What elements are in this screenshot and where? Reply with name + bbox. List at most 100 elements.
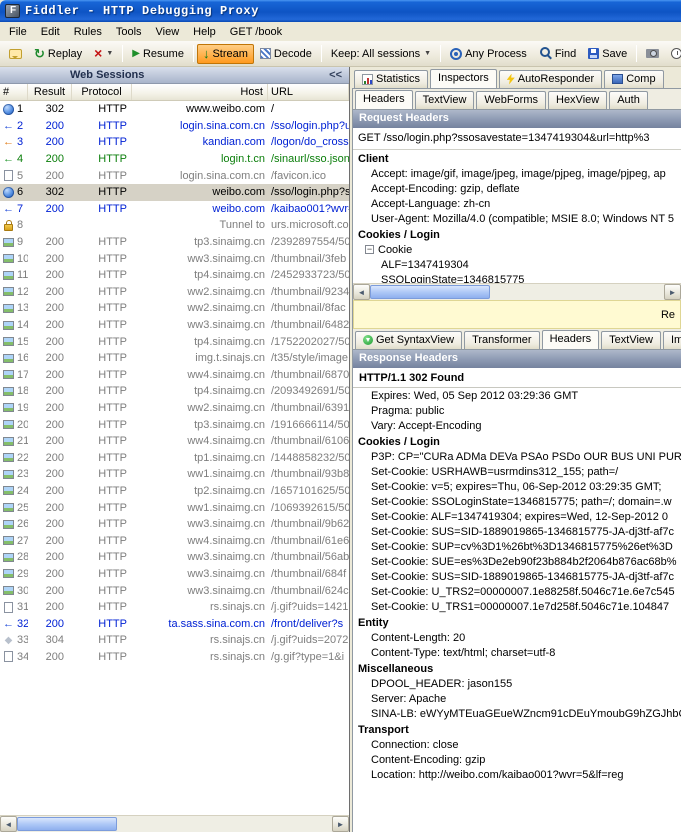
menu-item-edit[interactable]: Edit xyxy=(34,24,67,40)
image-icon xyxy=(3,553,14,562)
session-cell-url: /thumbnail/6391 xyxy=(268,402,349,414)
collapse-box-icon[interactable]: − xyxy=(365,245,374,254)
remove-sessions-button[interactable]: ▼ xyxy=(88,44,119,63)
session-number: 21 xyxy=(17,435,28,447)
menu-item-get-book[interactable]: GET /book xyxy=(223,24,289,40)
sessions-h-scrollbar[interactable]: ◄ ► xyxy=(0,815,349,832)
session-cell-number: 4 xyxy=(0,153,28,166)
session-row[interactable]: 10200HTTPww3.sinaimg.cn/thumbnail/3feb xyxy=(0,250,349,267)
menu-bar: FileEditRulesToolsViewHelpGET /book xyxy=(0,22,681,41)
request-tab-webforms[interactable]: WebForms xyxy=(476,91,546,109)
session-row[interactable]: 23200HTTPww1.sinaimg.cn/thumbnail/93b8 xyxy=(0,466,349,483)
tab-statistics[interactable]: Statistics xyxy=(354,70,428,88)
session-row[interactable]: 24200HTTPtp2.sinaimg.cn/1657101625/50 xyxy=(0,483,349,500)
session-row[interactable]: 7200HTTPweibo.com/kaibao001?wvr= xyxy=(0,201,349,218)
request-tab-auth[interactable]: Auth xyxy=(609,91,648,109)
response-tab-transformer[interactable]: Transformer xyxy=(464,331,540,349)
column-header-result[interactable]: Result xyxy=(28,84,72,100)
session-row[interactable]: 2200HTTPlogin.sina.com.cn/sso/login.php?… xyxy=(0,118,349,135)
session-row[interactable]: 13200HTTPww2.sinaimg.cn/thumbnail/8fac xyxy=(0,300,349,317)
session-row[interactable]: 12200HTTPww2.sinaimg.cn/thumbnail/9234 xyxy=(0,284,349,301)
request-tab-hexview[interactable]: HexView xyxy=(548,91,607,109)
save-button[interactable]: Save xyxy=(582,44,633,64)
session-cell-result: 200 xyxy=(28,336,72,348)
request-tab-headers[interactable]: Headers xyxy=(355,90,413,110)
session-row[interactable]: 22200HTTPtp1.sinaimg.cn/1448858232/50 xyxy=(0,449,349,466)
session-row[interactable]: 9200HTTPtp3.sinaimg.cn/2392897554/50 xyxy=(0,234,349,251)
replay-button[interactable]: Replay xyxy=(28,44,88,64)
session-row[interactable]: 17200HTTPww4.sinaimg.cn/thumbnail/6870 xyxy=(0,367,349,384)
session-row[interactable]: 6302HTTPweibo.com/sso/login.php?s xyxy=(0,184,349,201)
image-icon xyxy=(3,420,14,429)
menu-item-tools[interactable]: Tools xyxy=(109,24,149,40)
session-row[interactable]: 16200HTTPimg.t.sinajs.cn/t35/style/image xyxy=(0,350,349,367)
timer-button[interactable] xyxy=(665,44,681,63)
response-tab-headers[interactable]: Headers xyxy=(542,330,600,350)
session-cell-url: /thumbnail/9b62 xyxy=(268,518,349,530)
session-row[interactable]: 31200HTTPrs.sinajs.cn/j.gif?uids=1421 xyxy=(0,599,349,616)
scroll-left-button[interactable]: ◄ xyxy=(353,284,370,300)
scroll-thumb[interactable] xyxy=(17,817,117,831)
session-row[interactable]: 20200HTTPtp3.sinaimg.cn/1916666114/50 xyxy=(0,416,349,433)
column-header-protocol[interactable]: Protocol xyxy=(72,84,132,100)
comment-button[interactable] xyxy=(3,45,28,63)
title-bar[interactable]: Fiddler - HTTP Debugging Proxy xyxy=(0,0,681,22)
keep-sessions-button[interactable]: Keep: All sessions▼ xyxy=(325,44,437,64)
request-tab-textview[interactable]: TextView xyxy=(415,91,475,109)
response-tab-textview[interactable]: TextView xyxy=(601,331,661,349)
session-row[interactable]: 28200HTTPww3.sinaimg.cn/thumbnail/56ab xyxy=(0,549,349,566)
column-header-host[interactable]: Host xyxy=(132,84,268,100)
scroll-track[interactable] xyxy=(117,816,332,832)
stream-button[interactable]: Stream xyxy=(197,44,254,64)
menu-item-view[interactable]: View xyxy=(149,24,187,40)
menu-item-rules[interactable]: Rules xyxy=(67,24,109,40)
collapse-panel-button[interactable]: << xyxy=(329,69,349,81)
session-cell-result: 200 xyxy=(28,402,72,414)
session-row[interactable]: 30200HTTPww3.sinaimg.cn/thumbnail/624c xyxy=(0,582,349,599)
session-row[interactable]: 21200HTTPww4.sinaimg.cn/thumbnail/6106 xyxy=(0,433,349,450)
request-h-scrollbar[interactable]: ◄ ► xyxy=(353,283,681,300)
header-item: Content-Encoding: gzip xyxy=(353,752,681,767)
session-cell-number: 21 xyxy=(0,435,28,447)
session-row[interactable]: 19200HTTPww2.sinaimg.cn/thumbnail/6391 xyxy=(0,400,349,417)
session-cell-host: ww2.sinaimg.cn xyxy=(132,402,268,414)
session-row[interactable]: 8Tunnel tours.microsoft.co xyxy=(0,217,349,234)
session-row[interactable]: 5200HTTPlogin.sina.com.cn/favicon.ico xyxy=(0,167,349,184)
session-row[interactable]: 3200HTTPkandian.com/logon/do_cross xyxy=(0,134,349,151)
decode-button[interactable]: Decode xyxy=(254,44,318,64)
find-button[interactable]: Find xyxy=(533,43,582,64)
session-row[interactable]: 18200HTTPtp4.sinaimg.cn/2093492691/50 xyxy=(0,383,349,400)
tab-inspectors[interactable]: Inspectors xyxy=(430,69,497,89)
session-row[interactable]: 29200HTTPww3.sinaimg.cn/thumbnail/684f xyxy=(0,566,349,583)
session-row[interactable]: 1302HTTPwww.weibo.com/ xyxy=(0,101,349,118)
session-row[interactable]: 14200HTTPww3.sinaimg.cn/thumbnail/6482 xyxy=(0,317,349,334)
scroll-right-button[interactable]: ► xyxy=(664,284,681,300)
column-header-num[interactable]: # xyxy=(0,84,28,100)
menu-item-help[interactable]: Help xyxy=(186,24,223,40)
scroll-left-button[interactable]: ◄ xyxy=(0,816,17,832)
session-row[interactable]: 32200HTTPta.sass.sina.com.cn/front/deliv… xyxy=(0,615,349,632)
resume-button[interactable]: Resume xyxy=(126,44,190,64)
session-row[interactable]: 33304HTTPrs.sinajs.cn/j.gif?uids=2072 xyxy=(0,632,349,649)
screenshot-button[interactable] xyxy=(640,45,665,62)
tab-comp[interactable]: Comp xyxy=(604,70,663,88)
toolbar: Replay ▼ Resume Stream Decode Keep: All … xyxy=(0,41,681,67)
session-row[interactable]: 26200HTTPww3.sinaimg.cn/thumbnail/9b62 xyxy=(0,516,349,533)
header-item: Expires: Wed, 05 Sep 2012 03:29:36 GMT xyxy=(353,388,681,403)
response-tab-get-syntaxview[interactable]: Get SyntaxView xyxy=(355,331,462,349)
menu-item-file[interactable]: File xyxy=(2,24,34,40)
session-row[interactable]: 11200HTTPtp4.sinaimg.cn/2452933723/50 xyxy=(0,267,349,284)
session-row[interactable]: 27200HTTPww4.sinaimg.cn/thumbnail/61e6 xyxy=(0,532,349,549)
scroll-track[interactable] xyxy=(490,284,664,300)
session-row[interactable]: 34200HTTPrs.sinajs.cn/g.gif?type=1&i xyxy=(0,649,349,666)
scroll-thumb[interactable] xyxy=(370,285,490,299)
encoding-banner[interactable]: Re xyxy=(353,300,681,329)
scroll-right-button[interactable]: ► xyxy=(332,816,349,832)
session-row[interactable]: 4200HTTPlogin.t.cn/sinaurl/sso.json xyxy=(0,151,349,168)
tab-autoresponder[interactable]: AutoResponder xyxy=(499,70,602,88)
column-header-url[interactable]: URL xyxy=(268,84,349,100)
session-row[interactable]: 25200HTTPww1.sinaimg.cn/1069392615/50 xyxy=(0,499,349,516)
any-process-button[interactable]: Any Process xyxy=(444,44,533,64)
session-row[interactable]: 15200HTTPtp4.sinaimg.cn/1752202027/50 xyxy=(0,333,349,350)
response-tab-im[interactable]: Im xyxy=(663,331,681,349)
